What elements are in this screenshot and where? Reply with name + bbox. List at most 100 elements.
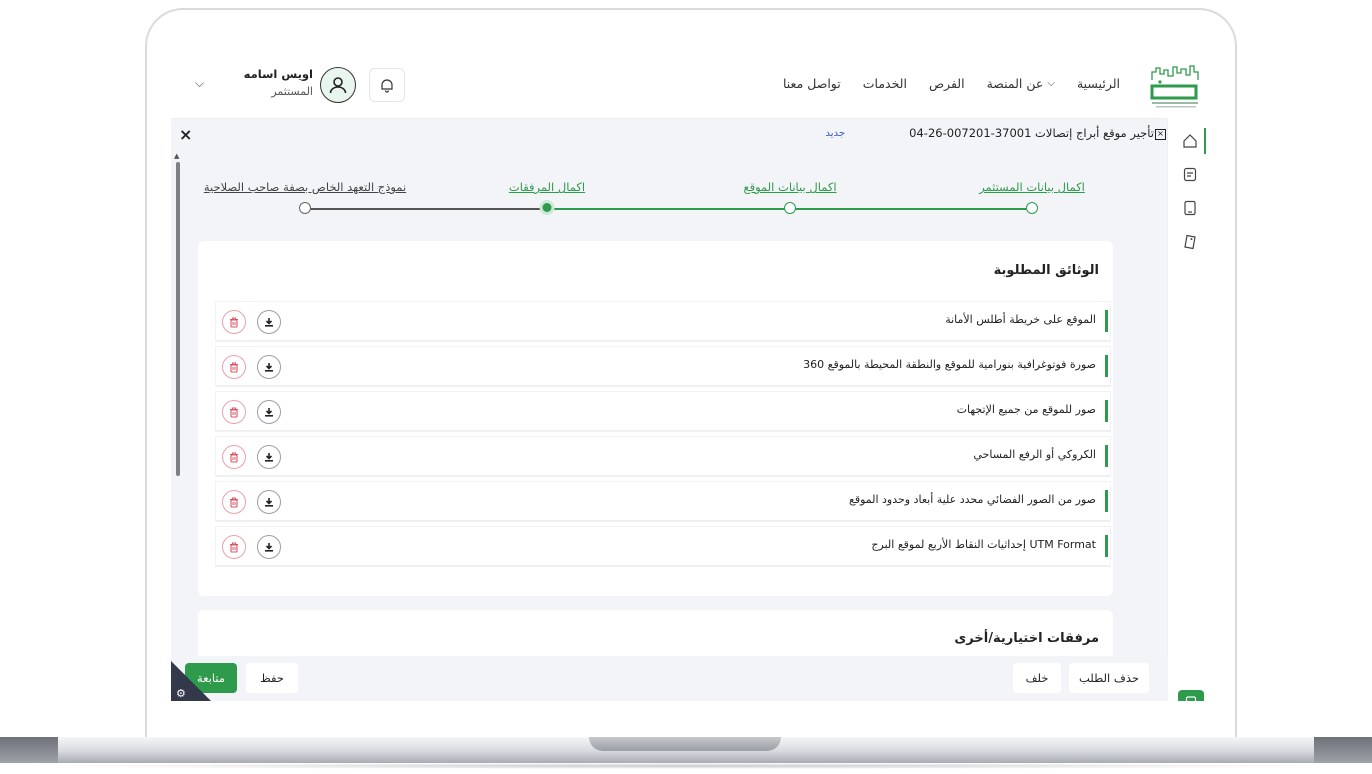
row-accent-bar — [1105, 355, 1108, 377]
clipboard-icon — [1183, 167, 1197, 182]
side-toolbar — [1167, 118, 1210, 701]
sidebar-action-button[interactable] — [1178, 690, 1204, 701]
status-badge: جديد — [825, 128, 845, 139]
bell-icon — [381, 78, 393, 93]
trash-icon — [230, 451, 238, 463]
row-accent-bar — [1105, 445, 1108, 467]
user-role: المستثمر — [271, 85, 313, 98]
download-icon — [265, 543, 273, 552]
step-attachments[interactable]: اكمال المرفقات — [509, 180, 585, 194]
download-button[interactable] — [257, 490, 281, 514]
document-row: صور للموقع من جميع الإتجهات — [216, 392, 1110, 431]
step-dot-site-data — [784, 202, 796, 214]
sidebar-item-requests[interactable] — [1178, 162, 1202, 186]
app-screen: الرئيسية عن المنصة ⌵ الفرص الخدمات تواصل … — [171, 54, 1210, 701]
request-title: تأجير موقع أبراج إتصالات 37001-007201-26… — [909, 126, 1154, 140]
download-button[interactable] — [257, 400, 281, 424]
chevron-down-icon: ⌵ — [1047, 78, 1055, 89]
document-icon — [1185, 696, 1197, 701]
download-icon — [265, 498, 273, 507]
section-title: الوثائق المطلوبة — [993, 263, 1099, 278]
sidebar-item-tags[interactable] — [1178, 230, 1202, 254]
document-row: الموقع على خريطة أطلس الأمانة — [216, 302, 1110, 341]
download-icon — [265, 363, 273, 372]
action-footer: حذف الطلب خلف حفظ متابعة ⚙ — [171, 656, 1168, 701]
step-dot-attachments-current — [539, 200, 555, 215]
delete-request-button[interactable]: حذف الطلب — [1069, 663, 1149, 693]
delete-button[interactable] — [222, 355, 246, 379]
laptop-notch — [589, 737, 781, 751]
step-authority-pledge[interactable]: نموذج التعهد الخاص بصفة صاحب الصلاحية — [204, 180, 406, 194]
download-button[interactable] — [257, 445, 281, 469]
laptop-shadow — [20, 763, 1352, 769]
document-label: صورة فوتوغرافية بنورامية للموقع والنطقة … — [803, 358, 1096, 371]
trash-icon — [230, 496, 238, 508]
step-dot-investor-data — [1026, 202, 1038, 214]
document-label: UTM Format إحداثيات النقاط الأربع لموقع … — [871, 538, 1096, 551]
nav-about-label: عن المنصة — [986, 76, 1044, 91]
nav-services[interactable]: الخدمات — [863, 76, 907, 91]
gear-icon[interactable]: ⚙ — [176, 687, 186, 700]
trash-icon — [230, 406, 238, 418]
row-accent-bar — [1105, 400, 1108, 422]
sidebar-active-indicator — [1204, 128, 1206, 154]
download-button[interactable] — [257, 355, 281, 379]
save-button[interactable]: حفظ — [246, 663, 298, 693]
trash-icon — [230, 541, 238, 553]
scroll-up-arrow-icon[interactable]: ▲ — [174, 152, 179, 160]
delete-button[interactable] — [222, 400, 246, 424]
trash-icon — [230, 361, 238, 373]
nav-about[interactable]: عن المنصة ⌵ — [987, 76, 1055, 91]
row-accent-bar — [1105, 535, 1108, 557]
download-icon — [265, 318, 273, 327]
nav-opportunities[interactable]: الفرص — [929, 76, 965, 91]
nav-home[interactable]: الرئيسية — [1077, 76, 1120, 91]
step-investor-data[interactable]: اكمال بيانات المستثمر — [979, 180, 1085, 194]
laptop-base-edge — [0, 737, 58, 763]
step-dot-authority-pledge — [299, 202, 311, 214]
top-navigation: الرئيسية عن المنصة ⌵ الفرص الخدمات تواصل … — [171, 54, 1210, 119]
document-row: الكروكي أو الرفع المساحي — [216, 437, 1110, 476]
avatar[interactable] — [320, 67, 356, 103]
home-icon — [1183, 134, 1197, 148]
document-label: صور للموقع من جميع الإتجهات — [956, 403, 1096, 416]
delete-button[interactable] — [222, 310, 246, 334]
document-label: الموقع على خريطة أطلس الأمانة — [945, 313, 1096, 326]
row-accent-bar — [1105, 490, 1108, 512]
delete-button[interactable] — [222, 490, 246, 514]
document-icon — [1184, 200, 1196, 216]
laptop-base-edge — [1314, 737, 1372, 763]
user-icon — [329, 77, 347, 94]
document-label: صور من الصور الفضائي محدد علية أبعاد وحد… — [848, 493, 1096, 506]
tag-icon — [1184, 234, 1196, 250]
trash-icon — [230, 316, 238, 328]
download-button[interactable] — [257, 310, 281, 334]
required-documents-card: الوثائق المطلوبة الموقع على خريطة أطلس ا… — [198, 241, 1113, 596]
download-icon — [265, 408, 273, 417]
download-icon — [265, 453, 273, 462]
section-title: مرفقات اختيارية/أخرى — [954, 631, 1099, 646]
main-nav: الرئيسية عن المنصة ⌵ الفرص الخدمات تواصل … — [783, 76, 1120, 91]
forsa-logo — [1150, 65, 1199, 108]
sidebar-item-home[interactable] — [1178, 129, 1202, 153]
document-row: صورة فوتوغرافية بنورامية للموقع والنطقة … — [216, 347, 1110, 386]
document-label: الكروكي أو الرفع المساحي — [973, 448, 1096, 461]
delete-button[interactable] — [222, 445, 246, 469]
delete-button[interactable] — [222, 535, 246, 559]
request-header: × تأجير موقع أبراج إتصالات 37001-007201-… — [171, 118, 1168, 152]
progress-stepper: اكمال بيانات المستثمر اكمال بيانات الموق… — [171, 172, 1168, 232]
close-icon[interactable]: × — [179, 125, 192, 144]
notifications-button[interactable] — [369, 68, 405, 102]
back-button[interactable]: خلف — [1013, 663, 1061, 693]
user-menu-chevron-icon[interactable]: ⌵ — [195, 76, 204, 91]
step-connector — [305, 208, 547, 210]
document-row: UTM Format إحداثيات النقاط الأربع لموقع … — [216, 527, 1110, 566]
user-name: اويس اسامه — [243, 67, 313, 81]
nav-contact[interactable]: تواصل معنا — [783, 76, 841, 91]
collapse-toggle-icon[interactable]: × — [1155, 129, 1166, 140]
row-accent-bar — [1105, 310, 1108, 332]
document-row: صور من الصور الفضائي محدد علية أبعاد وحد… — [216, 482, 1110, 521]
download-button[interactable] — [257, 535, 281, 559]
step-site-data[interactable]: اكمال بيانات الموقع — [743, 180, 836, 194]
sidebar-item-documents[interactable] — [1178, 196, 1202, 220]
